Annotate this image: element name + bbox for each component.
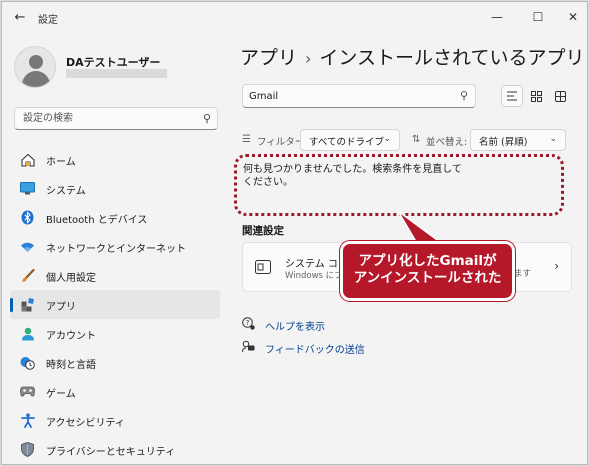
card-description-tail: ます [514, 269, 532, 279]
list-view-icon [507, 91, 517, 101]
home-icon [20, 152, 35, 167]
user-email-redacted [66, 69, 167, 78]
shield-icon [20, 442, 35, 457]
grid-view-button[interactable] [525, 85, 547, 107]
gamepad-icon [20, 384, 35, 399]
system-icon [20, 181, 35, 196]
sort-dropdown[interactable]: 名前 (昇順) ⌄ [470, 129, 566, 151]
highlight-dotted-frame [234, 154, 564, 216]
sidebar-item-apps[interactable]: アプリ [10, 290, 220, 319]
sort-icon: ⇅ [412, 134, 421, 145]
sidebar-item-label: アクセシビリティ [46, 418, 125, 429]
settings-search-box[interactable]: ⚲ [14, 107, 218, 130]
window-title: 設定 [38, 15, 58, 26]
annotation-line-2: アンインストールされた [353, 270, 502, 286]
sidebar-item-label: ホーム [46, 157, 76, 168]
svg-text:?: ? [246, 319, 250, 327]
clock-globe-icon [20, 355, 35, 370]
sidebar-item-label: アカウント [46, 331, 96, 342]
avatar[interactable] [14, 46, 56, 88]
sidebar-item-personalization[interactable]: 個人用設定 [10, 261, 220, 290]
sort-label: 並べ替え: [426, 137, 468, 148]
sidebar-nav: ホーム システム Bluetooth とデバイス ネットワークとインターネット … [10, 145, 220, 464]
sidebar-item-home[interactable]: ホーム [10, 145, 220, 174]
breadcrumb: アプリ › インストールされているアプリ [240, 43, 584, 70]
title-bar: ← 設定 — ☐ ✕ [2, 2, 587, 34]
app-search-box[interactable]: ⚲ [242, 84, 476, 108]
filter-dropdown-value: すべてのドライブ [309, 137, 384, 148]
sidebar-item-label: ネットワークとインターネット [46, 244, 186, 255]
page-title: インストールされているアプリ [319, 47, 585, 69]
search-icon[interactable]: ⚲ [460, 89, 468, 102]
sidebar-item-system[interactable]: システム [10, 174, 220, 203]
user-name: DAテストユーザー [66, 56, 161, 69]
settings-search-input[interactable] [23, 111, 193, 126]
wifi-icon [20, 239, 35, 254]
sidebar-item-time-language[interactable]: 時刻と言語 [10, 348, 220, 377]
minimize-button[interactable]: — [482, 6, 512, 28]
chevron-right-icon: › [554, 259, 559, 273]
avatar-head-shape [29, 55, 43, 69]
sidebar-item-label: 時刻と言語 [46, 360, 96, 371]
card-description: Windows にプ [285, 271, 343, 281]
sort-dropdown-value: 名前 (昇順) [479, 137, 528, 148]
avatar-body-shape [22, 71, 50, 87]
breadcrumb-separator: › [305, 49, 312, 68]
grid-view-icon [530, 90, 542, 102]
annotation-callout: アプリ化したGmailが アンインストールされた [340, 241, 515, 301]
list-view-button[interactable] [501, 85, 523, 107]
sidebar-item-label: 個人用設定 [46, 273, 96, 284]
back-button[interactable]: ← [12, 10, 28, 26]
sidebar-item-label: システム [46, 186, 86, 197]
sidebar-item-label: Bluetooth とデバイス [46, 215, 148, 226]
sidebar-item-accounts[interactable]: アカウント [10, 319, 220, 348]
accessibility-icon [20, 413, 35, 428]
help-link-text[interactable]: ヘルプを表示 [265, 318, 325, 333]
help-icon: ? [242, 317, 255, 330]
bluetooth-icon [20, 210, 35, 225]
filter-dropdown[interactable]: すべてのドライブ ⌄ [300, 129, 400, 151]
app-search-input[interactable] [249, 89, 449, 104]
chevron-down-icon: ⌄ [383, 134, 391, 144]
close-button[interactable]: ✕ [558, 6, 587, 28]
feedback-link-text[interactable]: フィードバックの送信 [265, 341, 365, 356]
search-icon[interactable]: ⚲ [203, 112, 211, 125]
sidebar-item-accessibility[interactable]: アクセシビリティ [10, 406, 220, 435]
sidebar-item-gaming[interactable]: ゲーム [10, 377, 220, 406]
sidebar-item-privacy-security[interactable]: プライバシーとセキュリティ [10, 435, 220, 464]
tile-view-button[interactable] [549, 85, 571, 107]
sidebar-item-label: アプリ [46, 302, 76, 313]
sidebar-item-bluetooth[interactable]: Bluetooth とデバイス [10, 203, 220, 232]
feedback-icon [242, 340, 255, 353]
tile-view-icon [554, 90, 566, 102]
sidebar-item-network[interactable]: ネットワークとインターネット [10, 232, 220, 261]
apps-icon [20, 297, 35, 312]
sidebar-item-label: プライバシーとセキュリティ [46, 447, 176, 458]
settings-window: ← 設定 — ☐ ✕ DAテストユーザー ⚲ ホーム システム [1, 1, 588, 465]
maximize-button[interactable]: ☐ [523, 6, 553, 28]
filter-icon: ☰ [242, 134, 251, 145]
brush-icon [20, 268, 35, 283]
system-components-icon [255, 260, 271, 274]
account-icon [20, 326, 35, 341]
annotation-line-1: アプリ化したGmailが [358, 253, 497, 269]
breadcrumb-parent[interactable]: アプリ [240, 47, 297, 69]
related-settings-heading: 関連設定 [242, 225, 284, 237]
sidebar-item-label: ゲーム [46, 389, 76, 400]
chevron-down-icon: ⌄ [549, 134, 557, 144]
